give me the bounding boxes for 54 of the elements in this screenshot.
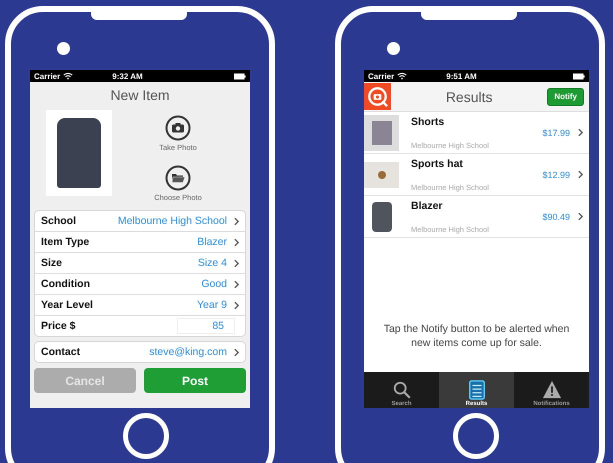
field-label: Condition: [41, 278, 91, 290]
chevron-icon: [234, 258, 239, 268]
chevron-icon: [234, 216, 239, 226]
field-value[interactable]: Melbourne High School: [118, 215, 227, 227]
field-label: Item Type: [41, 236, 90, 248]
wifi-icon: [397, 72, 408, 80]
item-price: $90.49: [542, 212, 570, 222]
home-button[interactable]: [123, 413, 169, 459]
field-value[interactable]: Blazer: [197, 236, 227, 248]
chevron-icon: [578, 212, 583, 221]
battery-icon: [234, 72, 246, 80]
list-icon: [466, 379, 486, 401]
field-label: Price $: [41, 320, 76, 332]
item-price: $12.99: [542, 170, 570, 180]
field-label: Size: [41, 257, 64, 269]
notify-button[interactable]: Notify: [547, 88, 584, 106]
app-logo-icon[interactable]: [364, 83, 391, 110]
home-button[interactable]: [453, 413, 499, 459]
battery-icon: [573, 72, 585, 80]
screen-title: New Item: [110, 87, 170, 103]
post-button[interactable]: Post: [144, 368, 246, 393]
item-photo: [364, 114, 399, 150]
folder-icon: [164, 164, 191, 190]
item-name: Blazer: [411, 200, 444, 212]
field-value[interactable]: steve@king.com: [149, 346, 227, 358]
field-value[interactable]: Year 9: [197, 299, 227, 311]
item-price: $17.99: [542, 128, 570, 138]
chevron-icon: [234, 238, 239, 246]
camera-dot: [387, 42, 400, 55]
item-photo: [364, 162, 399, 188]
field-label: Contact: [41, 346, 82, 358]
notify-hint-text: Tap the Notify button to be alerted when new items come up for sale.: [382, 322, 570, 350]
screen-title: Results: [444, 88, 494, 104]
wifi-icon: [63, 72, 74, 80]
camera-dot: [57, 42, 70, 55]
status-time: 9:32 AM: [112, 72, 144, 80]
chevron-icon: [578, 170, 583, 179]
warning-icon: [542, 379, 562, 401]
field-value[interactable]: Good: [201, 278, 227, 290]
status-time: 9:51 AM: [446, 72, 478, 80]
field-value[interactable]: Size 4: [198, 257, 227, 269]
camera-icon: [165, 114, 191, 140]
carrier-label: Carrier: [34, 72, 60, 80]
field-label: School: [41, 215, 78, 227]
chevron-icon: [234, 280, 239, 288]
chevron-icon: [234, 300, 239, 310]
item-name: Shorts: [411, 116, 446, 128]
field-label: Year Level: [41, 299, 94, 311]
chevron-icon: [234, 348, 239, 356]
item-name: Sports hat: [411, 158, 464, 170]
search-icon: [392, 379, 412, 401]
chevron-icon: [578, 128, 583, 137]
price-input[interactable]: 85: [177, 318, 235, 334]
carrier-label: Carrier: [368, 72, 394, 80]
